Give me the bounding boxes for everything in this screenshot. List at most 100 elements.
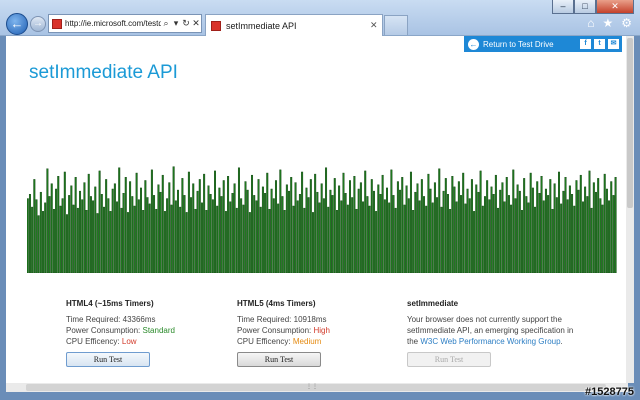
timer-bar (28, 194, 31, 273)
email-icon[interactable]: ✉ (608, 39, 619, 49)
maximize-button[interactable]: □ (574, 0, 596, 14)
timer-bar (531, 187, 534, 273)
timer-bar (281, 196, 284, 273)
timer-bar (163, 211, 166, 273)
return-to-test-drive-link[interactable]: Return to Test Drive (483, 40, 580, 49)
timer-bar (264, 193, 267, 273)
w3c-link[interactable]: W3C Web Performance Working Group (420, 337, 560, 346)
timer-bar (327, 206, 330, 273)
timer-bar (527, 202, 530, 273)
gear-icon[interactable]: ⚙ (621, 16, 632, 30)
timer-bar (403, 204, 406, 273)
timer-bar (190, 197, 193, 273)
setimmediate-run-test-button: Run Test (407, 352, 491, 367)
timer-bar (494, 174, 497, 273)
timer-bar (396, 181, 399, 273)
timer-bar (368, 205, 371, 273)
timer-bar (503, 201, 506, 273)
stop-icon[interactable]: ✕ (191, 18, 201, 29)
timer-bar (266, 172, 269, 273)
timer-bar (534, 206, 537, 273)
timer-bar (65, 214, 68, 273)
vertical-scroll-thumb[interactable] (627, 38, 633, 208)
timer-bar (116, 201, 119, 273)
timer-bar (214, 170, 216, 273)
timer-bar (420, 179, 423, 273)
facebook-icon[interactable]: f (580, 39, 591, 49)
timer-bar (364, 170, 367, 273)
timer-bar (298, 194, 301, 273)
timer-bar (501, 182, 504, 273)
timer-bar (205, 210, 208, 273)
timer-bar (440, 206, 443, 273)
timer-bar (555, 197, 558, 273)
refresh-icon[interactable]: ↻ (181, 18, 191, 29)
timer-bar (72, 204, 75, 273)
address-url[interactable]: http://ie.microsoft.com/testd (65, 19, 161, 28)
timer-bar (427, 173, 430, 273)
timer-bar (381, 174, 384, 273)
tab-close-icon[interactable]: ✕ (370, 20, 382, 31)
timer-bar (571, 194, 574, 273)
twitter-icon[interactable]: t (594, 39, 605, 49)
timer-bar (516, 184, 519, 273)
timer-bar (229, 201, 232, 273)
html4-heading: HTML4 (~15ms Timers) (66, 299, 154, 308)
html4-run-test-button[interactable]: Run Test (66, 352, 150, 367)
timer-bar (529, 172, 532, 273)
timer-bar (290, 177, 293, 273)
vertical-scrollbar[interactable] (626, 36, 634, 383)
tab-setimmediate[interactable]: setImmediate API ✕ (205, 14, 383, 36)
timer-bar (438, 168, 441, 273)
timer-bar (342, 172, 345, 273)
timer-bar (386, 187, 389, 273)
search-icon[interactable]: ⌕ (161, 18, 171, 29)
home-icon[interactable]: ⌂ (587, 16, 594, 30)
chevron-down-icon[interactable]: ▾ (171, 18, 181, 29)
timer-bar (377, 184, 380, 273)
timer-bar (409, 171, 412, 273)
timer-bar (294, 182, 297, 273)
timer-bar (305, 187, 308, 273)
timer-bar (542, 200, 545, 273)
timer-bar (301, 171, 304, 273)
timer-bar (233, 183, 236, 273)
new-tab-button[interactable] (384, 15, 408, 35)
timer-bar (318, 202, 321, 273)
tab-title: setImmediate API (226, 20, 297, 31)
address-bar[interactable]: http://ie.microsoft.com/testd ⌕ ▾ ↻ ✕ (48, 14, 202, 33)
back-button[interactable]: ← (6, 13, 28, 35)
timer-bar (244, 181, 247, 273)
html5-run-test-button[interactable]: Run Test (237, 352, 321, 367)
timer-bar (416, 183, 419, 273)
timer-bar (187, 171, 190, 273)
timer-bar (255, 200, 258, 273)
timer-bar (231, 193, 234, 273)
timer-bar (460, 195, 463, 273)
timer-bar (584, 186, 587, 273)
timer-bars-chart (27, 166, 617, 273)
timer-bar (359, 182, 362, 273)
timer-bar (118, 167, 121, 273)
timer-bar (307, 197, 310, 273)
return-arrow-icon[interactable]: ← (468, 38, 479, 50)
timer-bar (457, 181, 460, 273)
horizontal-scrollbar[interactable]: ⋮⋮ (6, 383, 628, 392)
favorites-star-icon[interactable]: ★ (602, 16, 613, 30)
timer-bar (59, 205, 62, 273)
timer-bar (322, 198, 325, 273)
timer-bar (168, 182, 171, 273)
timer-bar (612, 195, 615, 273)
timer-bar (102, 206, 105, 273)
watermark: #1528775 (585, 386, 634, 398)
timer-bar (296, 200, 299, 273)
timer-bar (196, 190, 199, 273)
forward-button[interactable]: → (30, 16, 46, 32)
timer-bar (79, 190, 82, 273)
close-window-button[interactable]: ✕ (596, 0, 634, 14)
timer-bar (274, 180, 277, 273)
minimize-button[interactable]: – (552, 0, 574, 14)
timer-bar (407, 198, 410, 273)
timer-bar (394, 207, 397, 273)
timer-bar (144, 180, 147, 273)
